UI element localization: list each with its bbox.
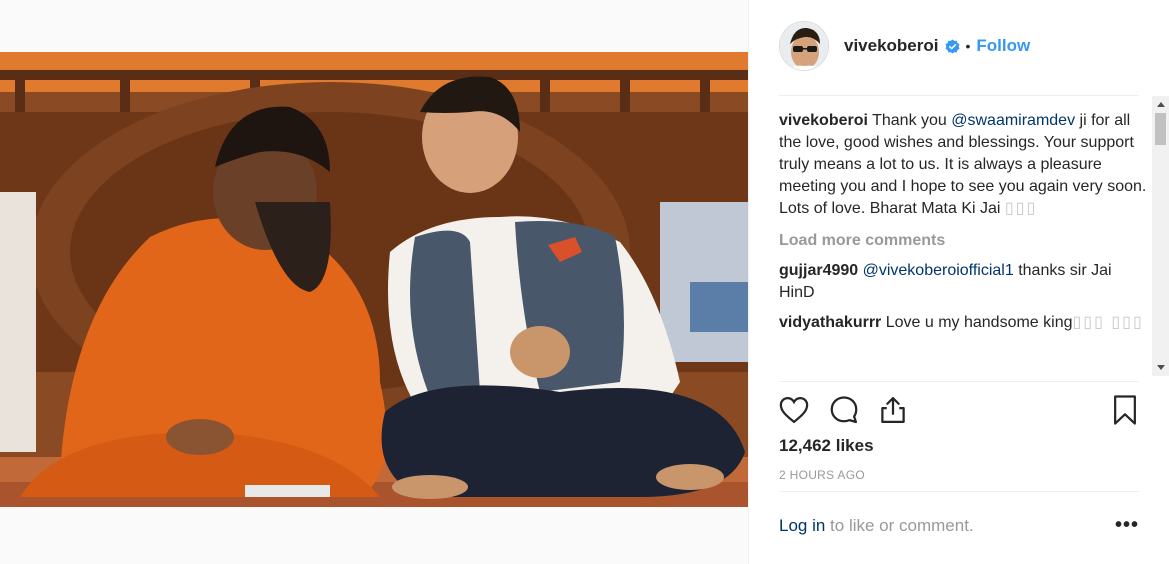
post-timestamp: 2 HOURS AGO <box>779 468 865 482</box>
divider <box>779 95 1139 96</box>
scroll-thumb[interactable] <box>1155 113 1166 145</box>
like-button[interactable] <box>777 392 811 428</box>
action-bar <box>779 392 1139 428</box>
comment-username[interactable]: vidyathakurrr <box>779 314 881 331</box>
follow-button[interactable]: Follow <box>976 36 1030 56</box>
post-photo[interactable] <box>0 52 748 507</box>
divider <box>779 491 1139 492</box>
post-username[interactable]: vivekoberoi <box>844 36 939 56</box>
caption-text-before: Thank you <box>867 112 952 129</box>
heart-icon <box>779 396 809 424</box>
comment-text: Love u my handsome king <box>881 314 1073 331</box>
more-options-button[interactable]: ••• <box>1115 514 1139 537</box>
verified-badge-icon <box>945 38 960 54</box>
share-icon <box>881 397 905 423</box>
list-item: vidyathakurrr Love u my handsome king▯▯▯… <box>779 312 1151 334</box>
save-button[interactable] <box>1108 392 1142 428</box>
separator-dot: • <box>965 38 971 54</box>
scroll-up-arrow-icon[interactable] <box>1152 96 1169 113</box>
comment-button[interactable] <box>827 392 861 428</box>
caption: vivekoberoi Thank you @swaamiramdev ji f… <box>779 110 1151 220</box>
caption-username[interactable]: vivekoberoi <box>779 112 868 129</box>
caption-mention[interactable]: @swaamiramdev <box>951 112 1075 129</box>
bookmark-icon <box>1114 395 1136 425</box>
login-prompt: Log in to like or comment. ••• <box>779 514 1139 537</box>
list-item: gujjar4990 @vivekoberoiofficial1 thanks … <box>779 260 1151 304</box>
divider <box>779 381 1139 382</box>
load-more-comments-button[interactable]: Load more comments <box>779 230 1151 252</box>
login-link[interactable]: Log in <box>779 516 825 535</box>
comment-username[interactable]: gujjar4990 <box>779 262 858 279</box>
avatar[interactable] <box>779 21 829 71</box>
post-header: vivekoberoi • Follow <box>779 20 1139 72</box>
comment-glyphs: ▯▯▯ ▯▯▯ <box>1072 314 1144 331</box>
likes-count[interactable]: 12,462 likes <box>779 436 874 456</box>
share-button[interactable] <box>876 392 910 428</box>
post-side-panel: vivekoberoi • Follow vivekoberoi Thank y… <box>748 0 1169 564</box>
comments-scrollbar[interactable] <box>1152 96 1169 376</box>
post-media-area <box>0 0 748 564</box>
login-prompt-text: to like or comment. <box>825 516 974 535</box>
caption-glyphs: ▯▯▯ <box>1004 200 1038 217</box>
comment-mention[interactable]: @vivekoberoiofficial1 <box>863 262 1014 279</box>
comments-list: vivekoberoi Thank you @swaamiramdev ji f… <box>779 110 1151 378</box>
comment-icon <box>830 396 858 424</box>
scroll-down-arrow-icon[interactable] <box>1152 359 1169 376</box>
